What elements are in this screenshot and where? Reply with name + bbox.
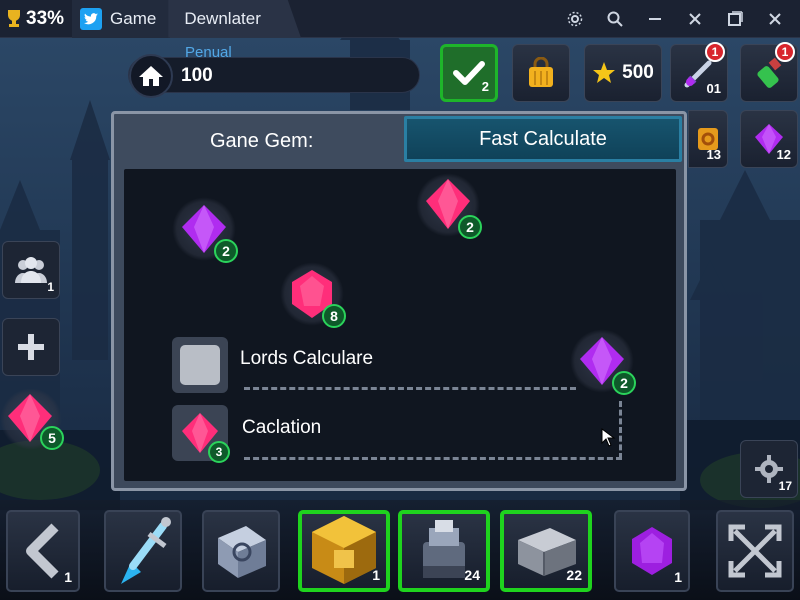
scroll-count: 13 [706, 147, 721, 162]
gem-item[interactable]: 2 [416, 173, 482, 239]
back-button[interactable]: 1 [6, 510, 80, 592]
search-icon[interactable] [606, 10, 624, 28]
slot-count: 22 [566, 567, 582, 583]
inventory-slot-chest[interactable]: 1 [298, 510, 390, 592]
notification-badge: 1 [705, 42, 725, 62]
home-icon[interactable] [129, 54, 173, 98]
tab-game-label: Game [110, 8, 157, 28]
gem-count-badge: 2 [612, 371, 636, 395]
titlebar-left: 33% Game Dewnlater [0, 0, 301, 38]
gem-count-badge: 3 [208, 441, 230, 463]
inventory-slot-blocks[interactable]: 22 [500, 510, 592, 592]
inventory-slot-purple-gem[interactable]: 1 [614, 510, 690, 592]
inventory-slot-anvil[interactable]: 24 [398, 510, 490, 592]
add-button[interactable] [2, 318, 60, 376]
star-value: 500 [622, 62, 654, 83]
tab-dewnlater[interactable]: Dewnlater [168, 0, 301, 38]
gem-count: 12 [776, 147, 791, 162]
chevron-left-icon [26, 523, 59, 579]
dashed-line [619, 401, 622, 459]
settings-count: 17 [778, 479, 792, 493]
gem-count-badge: 2 [458, 215, 482, 239]
purple-gem-icon [632, 527, 672, 575]
gem-count-badge: 5 [40, 426, 64, 450]
twitter-icon [80, 7, 103, 30]
panel-title: Gane Gem: [210, 130, 314, 152]
friends-button[interactable]: 1 [2, 241, 60, 299]
minimize-icon[interactable] [646, 10, 664, 28]
close-icon[interactable] [686, 10, 704, 28]
plus-icon [18, 334, 44, 360]
sword-item-button[interactable]: 1 01 [670, 42, 728, 102]
star-currency[interactable]: 500 [584, 44, 662, 102]
settings-icon[interactable] [566, 10, 584, 28]
star-icon [593, 62, 616, 83]
gem-count-badge: 8 [322, 304, 346, 328]
slot-count: 24 [464, 567, 480, 583]
check-button[interactable]: 2 [440, 44, 498, 102]
scroll-item-button[interactable]: 13 [688, 110, 728, 168]
sword-count: 01 [706, 81, 721, 96]
rune-cube-icon [218, 526, 266, 578]
shopping-bag-icon [529, 57, 553, 87]
friends-count: 1 [47, 280, 54, 294]
slot-count: 1 [674, 569, 682, 585]
window-controls [566, 10, 800, 28]
maximize-icon[interactable] [726, 10, 744, 28]
close-icon[interactable] [766, 10, 784, 28]
window-titlebar: 33% Game Dewnlater [0, 0, 800, 38]
dashed-line [244, 387, 576, 390]
progress-percent: 33% [26, 7, 65, 29]
trophy-icon [4, 8, 24, 30]
home-resource-bar: Penual 100 [128, 44, 420, 98]
inventory-slot-cube[interactable] [202, 510, 280, 592]
gem-item-button[interactable]: 12 [740, 110, 798, 168]
home-label: Penual [185, 44, 232, 61]
lords-checkbox[interactable] [172, 337, 228, 393]
crystal-sword-icon [121, 517, 171, 584]
caclation-gem-slot[interactable]: 3 [172, 405, 230, 463]
potion-item-button[interactable]: 1 [740, 42, 798, 102]
tab-game[interactable]: Game [72, 0, 171, 38]
checkmark-icon [453, 61, 485, 85]
lords-calculare-label: Lords Calculare [240, 348, 374, 369]
checkbox-box [180, 345, 220, 385]
fast-calculate-button[interactable]: Fast Calculate [404, 116, 682, 162]
mouse-cursor-icon [601, 428, 616, 447]
dashed-line [244, 457, 622, 460]
settings-button[interactable]: 17 [740, 440, 798, 498]
slot-count: 1 [372, 567, 380, 583]
gem-count-badge: 2 [214, 239, 238, 263]
friends-icon [15, 257, 47, 283]
expand-icon [728, 524, 782, 578]
slot-count: 1 [64, 569, 72, 585]
check-count: 2 [481, 79, 489, 94]
shop-bag-button[interactable] [512, 44, 570, 102]
inventory-slot-sword[interactable] [104, 510, 182, 592]
gem-item[interactable]: 2 [172, 197, 238, 263]
tab-dewnlater-label: Dewnlater [184, 8, 261, 28]
notification-badge: 1 [775, 42, 795, 62]
caclation-label: Caclation [242, 417, 322, 438]
side-gem-item[interactable]: 5 [0, 388, 64, 450]
home-value: 100 [181, 65, 213, 86]
gem-item[interactable]: 8 [280, 262, 346, 328]
gem-area: 2 2 8 2 Lords Calculare 3 Caclation [124, 169, 676, 481]
gem-item[interactable]: 2 [570, 329, 636, 395]
expand-button[interactable] [716, 510, 794, 592]
